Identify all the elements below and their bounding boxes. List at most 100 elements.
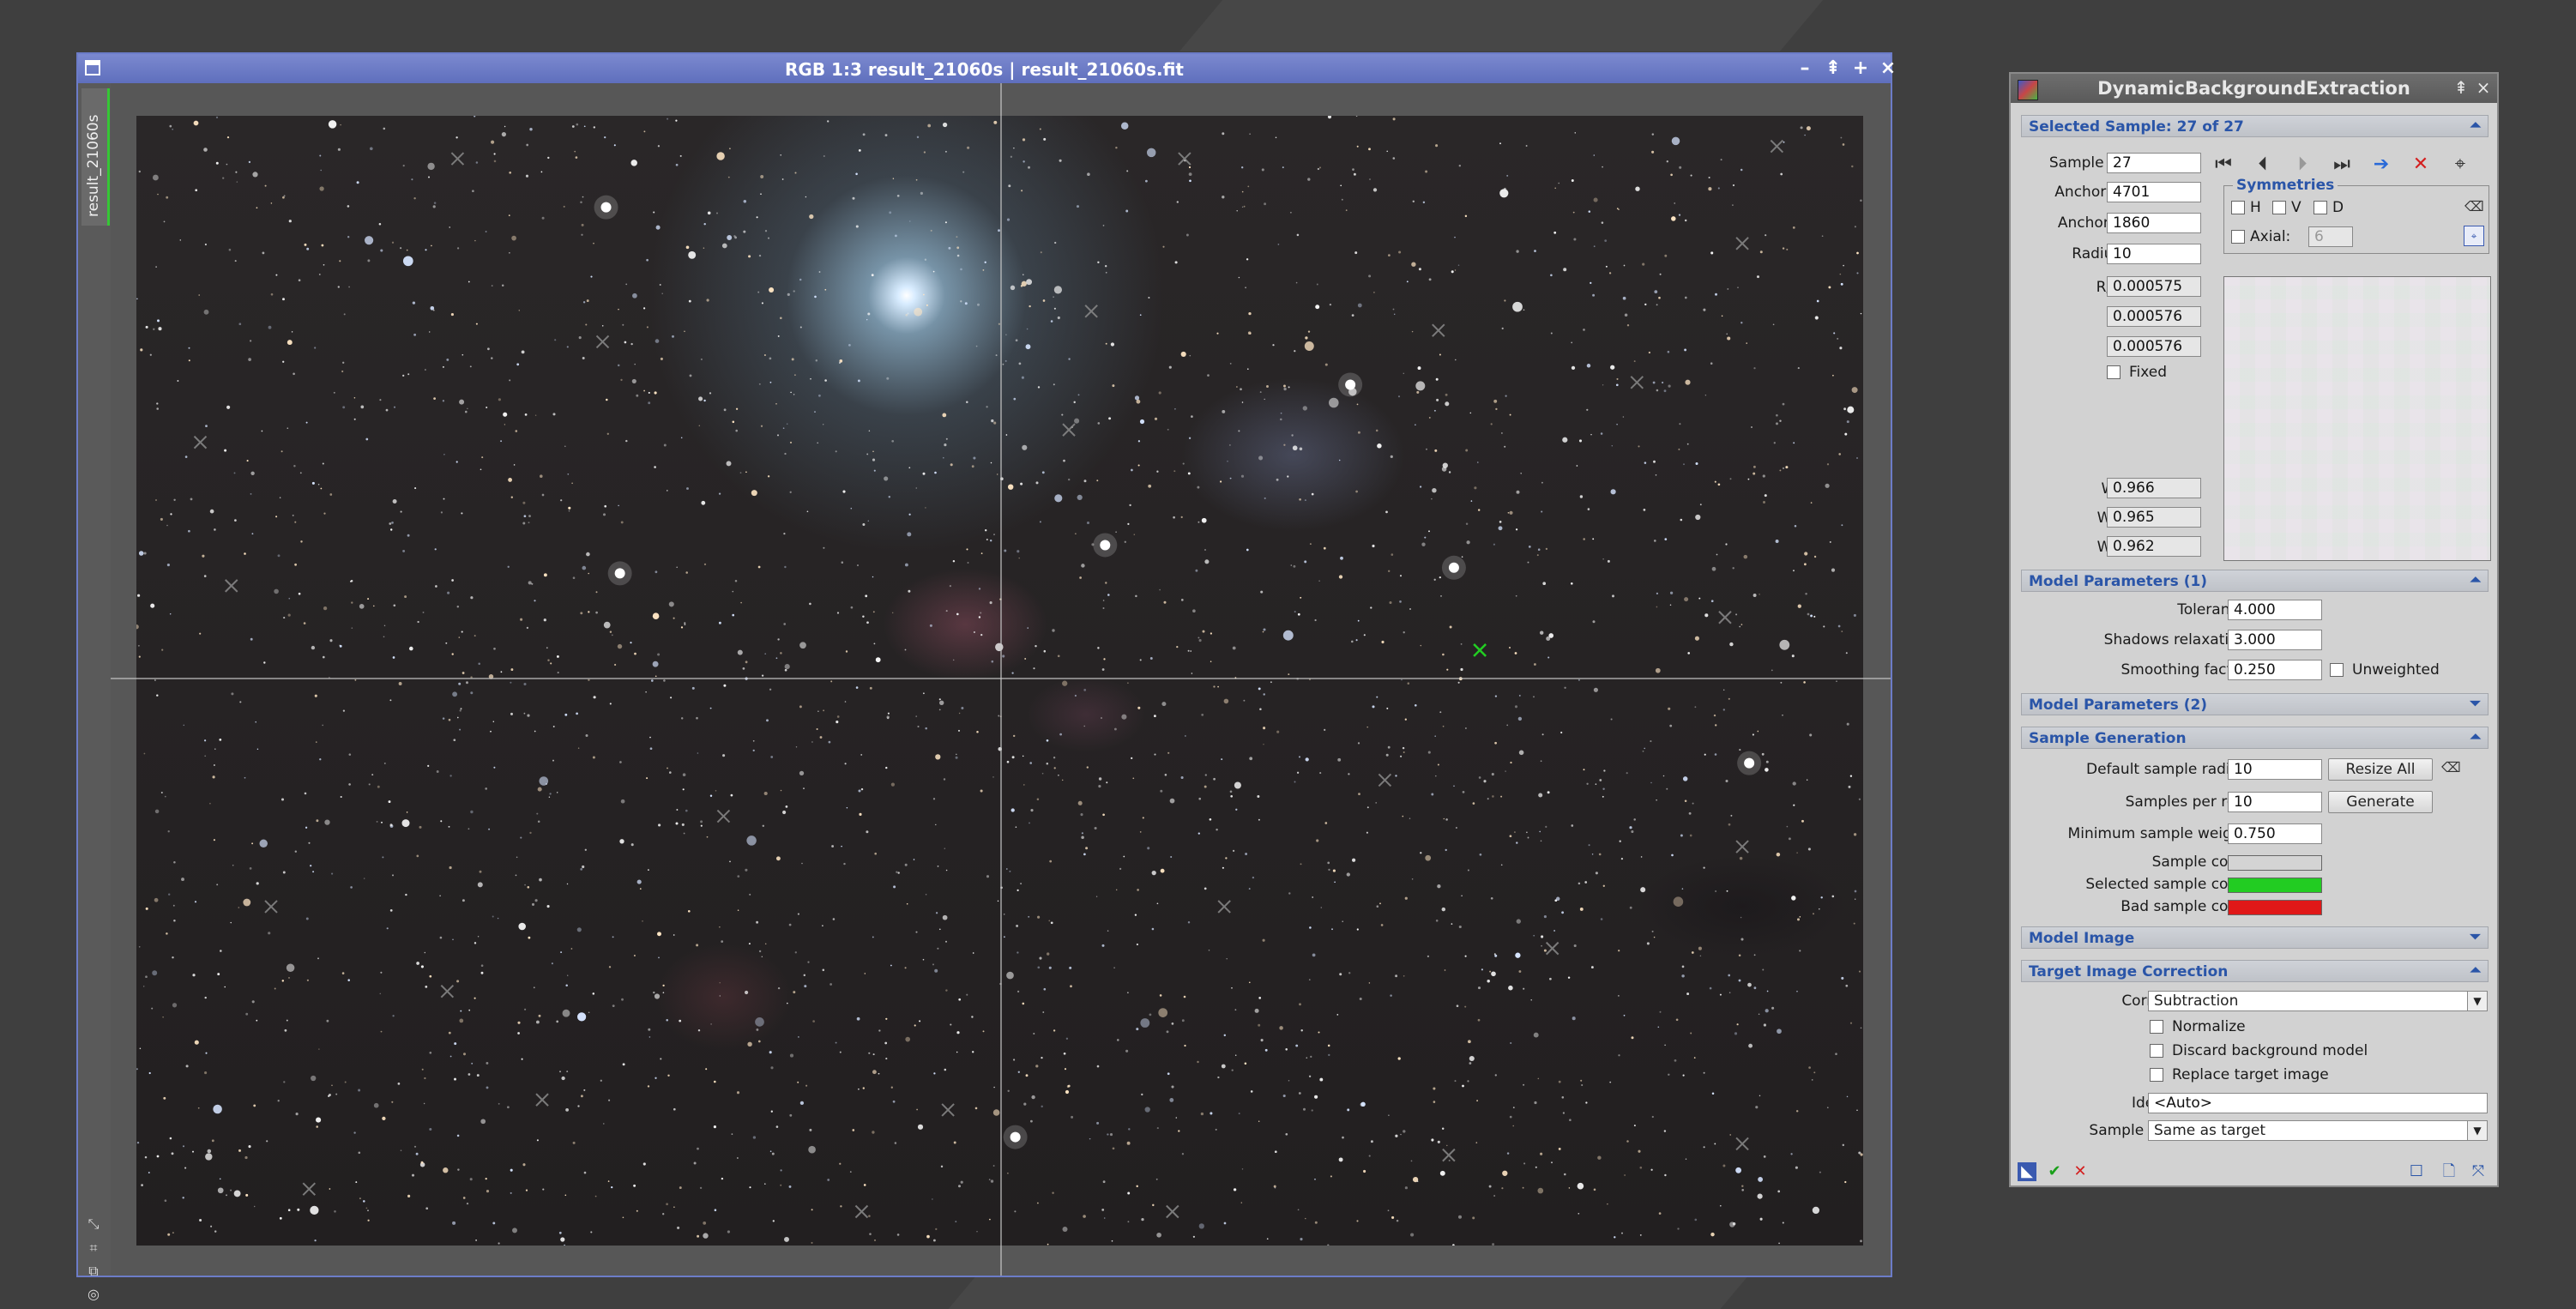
- close-button[interactable]: ×: [1877, 57, 1899, 80]
- dbe-panel[interactable]: DynamicBackgroundExtraction ⇞ × Selected…: [2009, 72, 2499, 1187]
- section-selected-sample[interactable]: Selected Sample: 27 of 27 ⏶: [2021, 115, 2489, 137]
- symmetry-h-checkbox[interactable]: [2231, 201, 2245, 214]
- goto-sample-icon[interactable]: ➔: [2369, 153, 2393, 177]
- axial-checkbox[interactable]: [2231, 230, 2245, 244]
- close-icon[interactable]: ×: [2474, 78, 2493, 97]
- shade-icon[interactable]: ⇞: [2452, 78, 2470, 97]
- crosshair-horizontal: [111, 678, 1891, 679]
- view-tab-strip: result_21060s ⤡ ⌗ ⧉ ◎: [78, 83, 111, 1301]
- sample-num-field[interactable]: 27: [2107, 153, 2201, 173]
- section-title: Model Parameters (1): [2029, 573, 2208, 590]
- section-model-image[interactable]: Model Image ⏷: [2021, 926, 2489, 949]
- chevron-down-icon: ▼: [2467, 1121, 2487, 1140]
- normalize-checkbox[interactable]: [2150, 1020, 2163, 1034]
- radius-field[interactable]: 10: [2107, 244, 2201, 264]
- desktop-shape: [1179, 0, 1824, 51]
- anchor-y-field[interactable]: 1860: [2107, 213, 2201, 233]
- discard-model-checkbox[interactable]: [2150, 1044, 2163, 1058]
- section-model-parameters-1[interactable]: Model Parameters (1) ⏶: [2021, 570, 2489, 592]
- crosshair-vertical: [1000, 83, 1002, 1276]
- unweighted-checkbox[interactable]: [2330, 663, 2344, 677]
- image-window[interactable]: RGB 1:3 result_21060s | result_21060s.fi…: [76, 52, 1896, 1301]
- next-sample-icon[interactable]: ⏵: [2290, 153, 2314, 177]
- clear-symmetries-icon[interactable]: ⌫: [2464, 198, 2484, 214]
- resize-all-button[interactable]: Resize All: [2328, 758, 2433, 781]
- last-sample-icon[interactable]: ⏭: [2330, 153, 2354, 177]
- generate-button[interactable]: Generate: [2328, 791, 2433, 813]
- normalize-label: Normalize: [2172, 1018, 2246, 1035]
- reset-icon[interactable]: ⤧: [2469, 1162, 2488, 1181]
- min-weight-field[interactable]: 0.750: [2228, 823, 2322, 844]
- axial-center-icon[interactable]: ⌖: [2464, 226, 2484, 246]
- b-field: 0.000576: [2107, 336, 2201, 357]
- apply-global-icon[interactable]: ✔: [2045, 1162, 2064, 1181]
- delete-sample-icon[interactable]: ✕: [2409, 153, 2433, 177]
- axial-label: Axial:: [2250, 228, 2291, 245]
- section-sample-generation[interactable]: Sample Generation ⏶: [2021, 727, 2489, 749]
- symmetries-title: Symmetries: [2233, 177, 2338, 194]
- prev-sample-icon[interactable]: ⏴: [2251, 153, 2275, 177]
- g-field: 0.000576: [2107, 306, 2201, 327]
- image-window-title: RGB 1:3 result_21060s | result_21060s.fi…: [785, 59, 1184, 80]
- sample-color-swatch[interactable]: [2228, 855, 2322, 871]
- identifier-field[interactable]: <Auto>: [2148, 1093, 2488, 1113]
- expand-icon[interactable]: ⏷: [2470, 695, 2481, 712]
- section-title: Sample Generation: [2029, 730, 2187, 747]
- wb-field: 0.962: [2107, 536, 2201, 557]
- fixed-label: Fixed: [2129, 364, 2168, 381]
- shadows-relaxation-field[interactable]: 3.000: [2228, 630, 2322, 650]
- resize-icon[interactable]: ⌗: [87, 1241, 100, 1255]
- crosshair-icon[interactable]: ⌖: [2448, 153, 2472, 177]
- dbe-titlebar[interactable]: DynamicBackgroundExtraction ⇞ ×: [2011, 74, 2497, 103]
- smoothing-factor-field[interactable]: 0.250: [2228, 660, 2322, 680]
- section-model-parameters-2[interactable]: Model Parameters (2) ⏷: [2021, 693, 2489, 715]
- dbe-title: DynamicBackgroundExtraction: [2097, 78, 2410, 99]
- collapse-icon[interactable]: ⏶: [2470, 962, 2481, 979]
- first-sample-icon[interactable]: ⏮: [2211, 153, 2235, 177]
- reset-icon[interactable]: ⌫: [2441, 759, 2461, 775]
- view-tab-label: result_21060s: [85, 114, 102, 217]
- symmetry-v-label: V: [2291, 199, 2302, 216]
- minimize-button[interactable]: –: [1794, 57, 1816, 80]
- axial-spinbox[interactable]: 6: [2308, 226, 2353, 247]
- expand-icon[interactable]: ⏷: [2470, 928, 2481, 945]
- chevron-down-icon: ▼: [2467, 992, 2487, 1010]
- cancel-icon[interactable]: ✕: [2071, 1162, 2090, 1181]
- new-instance-icon[interactable]: ◣: [2018, 1162, 2036, 1181]
- tolerance-field[interactable]: 4.000: [2228, 600, 2322, 620]
- browse-documentation-icon[interactable]: ☐: [2407, 1162, 2426, 1181]
- symmetry-d-checkbox[interactable]: [2314, 201, 2327, 214]
- section-title: Selected Sample: 27 of 27: [2029, 118, 2244, 136]
- bad-color-swatch[interactable]: [2228, 900, 2322, 915]
- symmetry-d-label: D: [2332, 199, 2344, 216]
- zoom-fit-icon[interactable]: ⤡: [87, 1217, 100, 1231]
- section-target-correction[interactable]: Target Image Correction ⏶: [2021, 960, 2489, 982]
- samples-per-row-field[interactable]: 10: [2228, 792, 2322, 812]
- anchor-x-field[interactable]: 4701: [2107, 182, 2201, 202]
- track-view-icon[interactable]: 🗋: [2440, 1162, 2458, 1181]
- replace-target-checkbox[interactable]: [2150, 1068, 2163, 1082]
- image-window-titlebar[interactable]: RGB 1:3 result_21060s | result_21060s.fi…: [78, 54, 1896, 83]
- collapse-icon[interactable]: ⏶: [2470, 571, 2481, 588]
- symmetry-h-label: H: [2250, 199, 2261, 216]
- min-weight-label: Minimum sample weight:: [2067, 825, 2252, 842]
- wg-field: 0.965: [2107, 507, 2201, 528]
- symmetries-group: Symmetries H V D ⌫ Axial: 6 ⌖: [2223, 177, 2489, 254]
- clone-icon[interactable]: ⧉: [87, 1264, 100, 1278]
- fixed-checkbox[interactable]: [2107, 365, 2121, 379]
- shade-button[interactable]: ⇞: [1822, 57, 1844, 80]
- sample-preview: [2223, 276, 2491, 561]
- view-tab[interactable]: result_21060s: [81, 88, 110, 226]
- target-icon[interactable]: ◎: [87, 1288, 100, 1301]
- correction-select[interactable]: Subtraction ▼: [2148, 991, 2488, 1011]
- sample-format-select[interactable]: Same as target ▼: [2148, 1120, 2488, 1141]
- correction-value: Subtraction: [2154, 992, 2239, 1010]
- default-radius-field[interactable]: 10: [2228, 759, 2322, 780]
- collapse-icon[interactable]: ⏶: [2470, 728, 2481, 745]
- collapse-icon[interactable]: ⏶: [2470, 117, 2481, 134]
- maximize-button[interactable]: +: [1849, 57, 1872, 80]
- selected-color-label: Selected sample color:: [2085, 876, 2252, 893]
- section-title: Model Parameters (2): [2029, 697, 2208, 714]
- symmetry-v-checkbox[interactable]: [2272, 201, 2286, 214]
- selected-color-swatch[interactable]: [2228, 878, 2322, 893]
